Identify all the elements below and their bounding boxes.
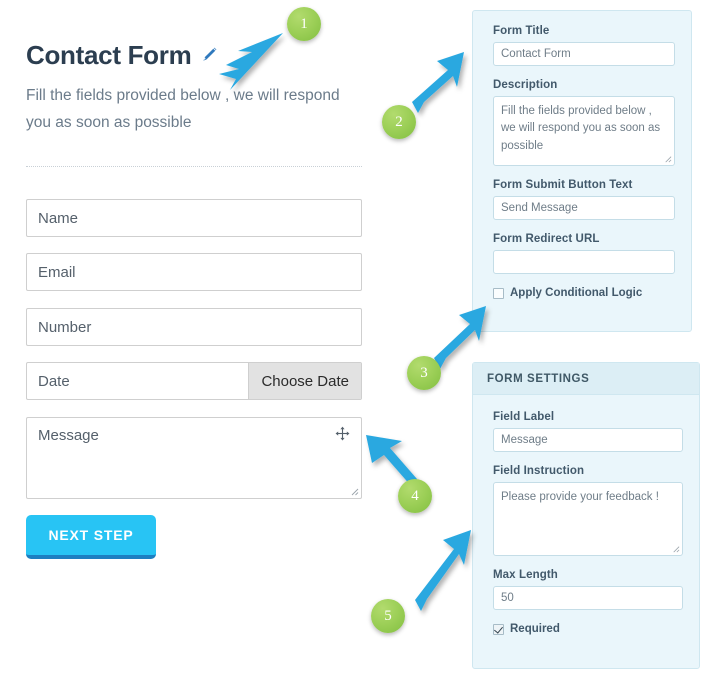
date-input-placeholder: Date [38,372,70,390]
number-input-placeholder: Number [38,318,92,336]
form-preview-header: Contact Form Fill the fields provided be… [26,42,366,136]
apply-conditional-logic-label: Apply Conditional Logic [510,287,643,299]
required-checkbox[interactable] [493,623,504,635]
max-length-input[interactable]: 50 [493,586,683,610]
email-input-placeholder: Email [38,263,76,281]
field-label-label: Field Label [493,411,555,423]
callout-arrow-5 [415,530,471,611]
required-label: Required [510,623,560,635]
callout-arrow-2 [412,52,464,113]
redirect-url-input[interactable] [493,250,675,274]
form-settings-panel-body: Form Title Contact Form Description Fill… [473,11,691,299]
callout-badge-3[interactable]: 3 [407,356,441,390]
callout-badge-4[interactable]: 4 [398,479,432,513]
max-length-group: Max Length 50 [493,569,683,610]
date-input[interactable]: Date Choose Date [26,362,362,400]
field-instruction-group: Field Instruction Please provide your fe… [493,465,683,556]
submit-button-text-label: Form Submit Button Text [493,179,633,191]
form-description: Fill the fields provided below , we will… [26,87,340,132]
form-settings-panel: Form Title Contact Form Description Fill… [472,10,692,332]
field-label-input[interactable]: Message [493,428,683,452]
apply-conditional-logic-row[interactable]: Apply Conditional Logic [493,287,675,299]
form-title-label: Form Title [493,25,550,37]
submit-button-text-field-group: Form Submit Button Text Send Message [493,179,675,220]
callout-badge-2[interactable]: 2 [382,105,416,139]
form-title-input[interactable]: Contact Form [493,42,675,66]
name-input[interactable]: Name [26,199,362,237]
form-preview: Contact Form Fill the fields provided be… [0,0,390,679]
field-instruction-label: Field Instruction [493,465,585,477]
field-settings-panel-body: Field Label Message Field Instruction Pl… [473,395,699,635]
form-title-field-group: Form Title Contact Form [493,25,675,66]
field-settings-panel-header: FORM SETTINGS [473,363,699,395]
name-input-placeholder: Name [38,209,79,227]
description-textarea[interactable]: Fill the fields provided below , we will… [493,96,675,166]
submit-button-text-input[interactable]: Send Message [493,196,675,220]
description-textarea-value: Fill the fields provided below , we will… [501,105,661,152]
choose-date-button[interactable]: Choose Date [248,363,361,399]
field-settings-panel: FORM SETTINGS Field Label Message Field … [472,362,700,669]
redirect-url-label: Form Redirect URL [493,233,600,245]
callout-badge-5[interactable]: 5 [371,599,405,633]
message-textarea[interactable]: Message [26,417,362,499]
redirect-url-field-group: Form Redirect URL [493,233,675,274]
callout-badge-1[interactable]: 1 [287,7,321,41]
form-title-row: Contact Form [26,42,366,68]
divider [26,166,362,167]
email-input[interactable]: Email [26,253,362,291]
required-row[interactable]: Required [493,623,683,635]
field-instruction-value: Please provide your feedback ! [501,491,659,503]
message-textarea-placeholder: Message [38,427,99,444]
description-field-group: Description Fill the fields provided bel… [493,79,675,166]
apply-conditional-logic-checkbox[interactable] [493,287,504,299]
next-step-button[interactable]: NEXT STEP [26,515,156,559]
description-label: Description [493,79,558,91]
max-length-label: Max Length [493,569,558,581]
page-title: Contact Form [26,40,192,70]
field-instruction-textarea[interactable]: Please provide your feedback ! [493,482,683,556]
number-input[interactable]: Number [26,308,362,346]
pencil-icon[interactable] [200,46,218,64]
field-label-group: Field Label Message [493,411,683,452]
